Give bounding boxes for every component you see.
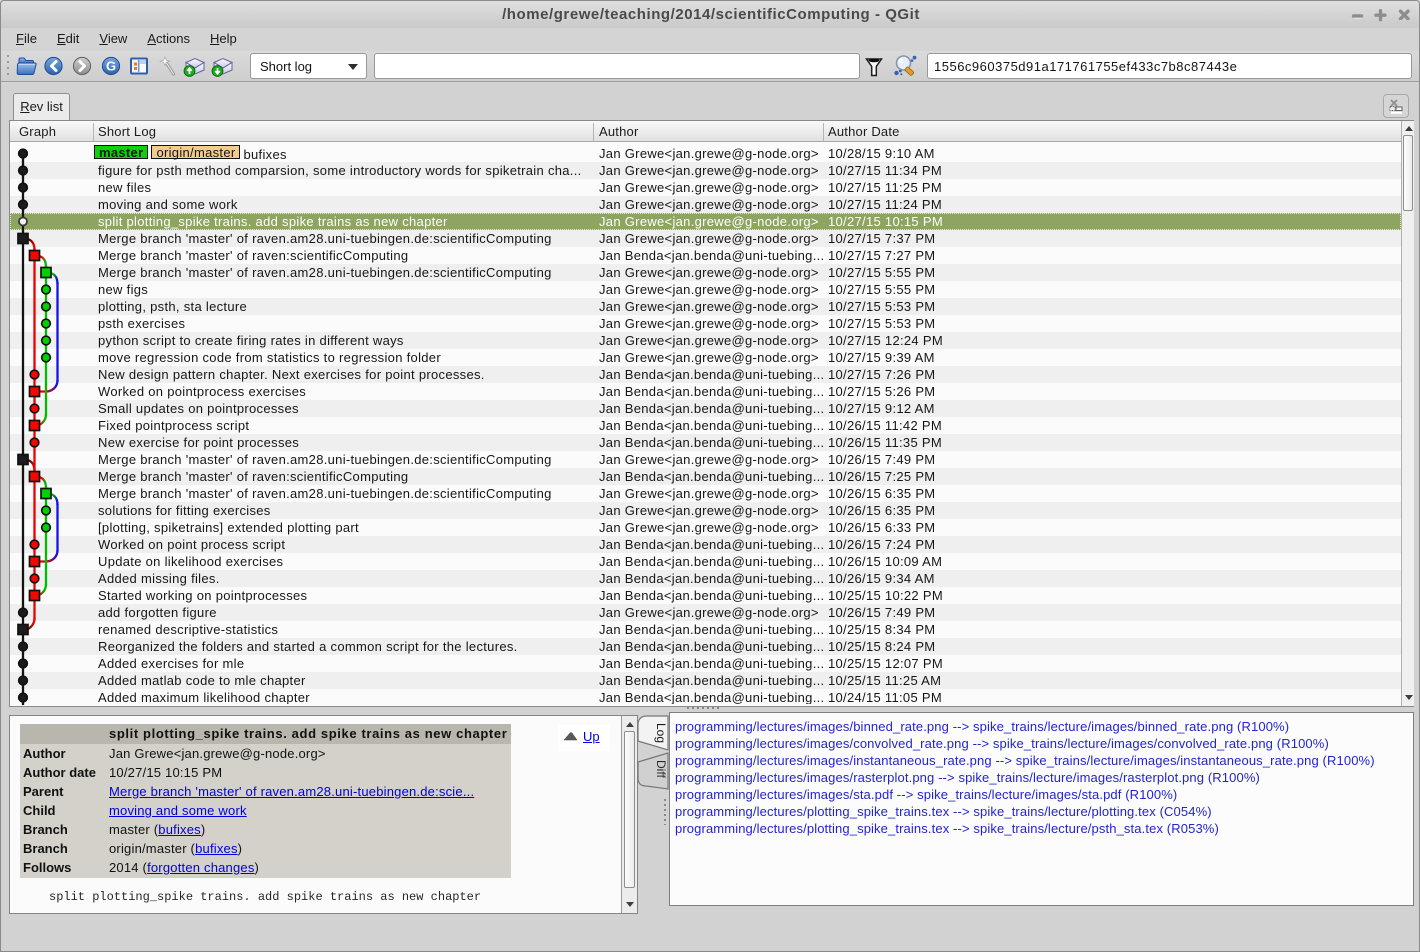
svg-text:Diff: Diff — [654, 760, 668, 778]
svg-text:Log: Log — [654, 723, 668, 743]
svg-text:G: G — [106, 59, 116, 74]
